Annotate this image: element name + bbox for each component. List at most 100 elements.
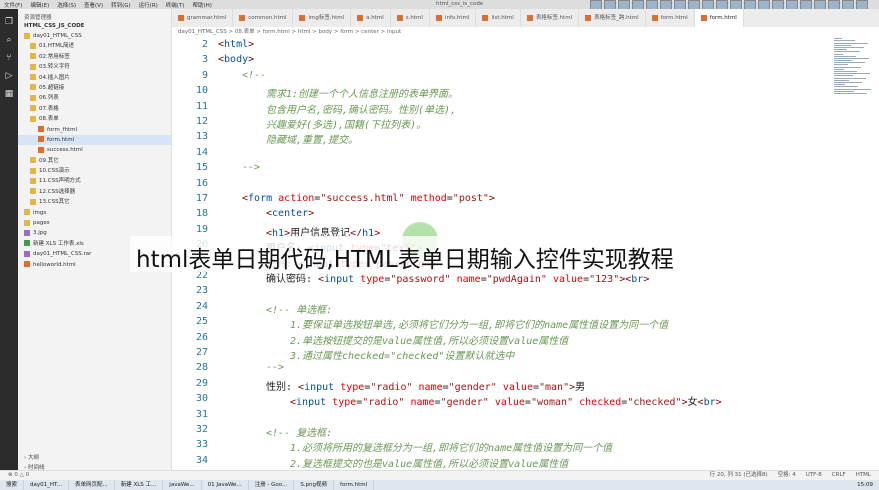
file-icon <box>38 146 44 153</box>
tree-item-label: 12.CSS选择器 <box>39 188 76 195</box>
code-token: 需求1:创建一个个人信息注册的表单界面。 <box>266 89 459 101</box>
source-control-icon[interactable]: ⑂ <box>4 53 14 63</box>
tree-item[interactable]: form.html <box>18 134 171 146</box>
html-file-icon <box>482 15 489 21</box>
explorer-icon[interactable]: ❐ <box>4 17 14 27</box>
tab-label: list.html <box>491 15 514 21</box>
taskbar-item[interactable]: 搜索 <box>0 480 25 490</box>
tree-item-label: 09.其它 <box>39 157 59 164</box>
tree-item[interactable]: success.html <box>18 145 171 155</box>
taskbar-item[interactable]: 01 JavaWe... <box>202 480 249 490</box>
tree-item[interactable]: 01.HTML简述 <box>18 41 171 51</box>
editor-tab[interactable]: img标签.html <box>293 9 352 27</box>
editor-tab[interactable]: list.html <box>476 9 521 27</box>
taskbar-item[interactable]: form.html <box>334 480 375 490</box>
status-item[interactable]: CRLF <box>832 471 846 480</box>
code-token: body <box>224 54 249 66</box>
tree-item[interactable]: 11.CSS声明方式 <box>18 176 171 186</box>
taskbar-item[interactable]: 新建 XLS 工... <box>115 480 164 490</box>
menu-item[interactable]: 查看(V) <box>80 1 107 9</box>
code-line: 性别: <input type="radio" name="gender" va… <box>266 378 585 393</box>
tree-item-label: 02.常用标签 <box>39 53 70 60</box>
taskbar-item[interactable]: 注册 - Goo... <box>249 480 295 490</box>
tree-item[interactable]: form_fhtml <box>18 125 171 135</box>
editor-tab[interactable]: common.html <box>233 9 294 27</box>
code-token: <!-- <box>242 69 267 81</box>
editor-tab[interactable]: form.html <box>694 9 744 27</box>
search-icon[interactable]: ⌕ <box>4 35 14 45</box>
tree-item[interactable]: 02.常用标签 <box>18 52 171 62</box>
taskbar-item[interactable]: day01_HT... <box>24 480 69 490</box>
line-number: 26 <box>195 331 208 343</box>
tree-item-label: day01_HTML_CSS.rar <box>33 251 92 258</box>
code-token: "woman" <box>530 397 574 409</box>
window-title: html_css_is_code <box>436 1 484 7</box>
editor-tab[interactable]: 表格标签.html <box>521 9 580 27</box>
extensions-icon[interactable]: ▦ <box>4 89 14 99</box>
code-token: "success.html" <box>320 193 405 204</box>
folder-icon <box>30 115 36 122</box>
taskbar-clock: 15:09 <box>857 482 873 488</box>
line-number: 15 <box>195 162 208 174</box>
code-line: --> <box>242 162 260 173</box>
taskbar-item[interactable]: S.png视频 <box>294 480 335 490</box>
status-item[interactable]: 行 20, 列 31 (已选择8) <box>710 471 768 480</box>
tree-item[interactable]: pages <box>18 218 171 228</box>
folder-icon <box>30 53 36 60</box>
menu-item[interactable]: 帮助(H) <box>188 1 215 9</box>
editor-tab[interactable]: grammar.html <box>172 9 234 27</box>
menu-item[interactable]: 运行(R) <box>135 1 162 9</box>
tree-item[interactable]: 12.CSS选择器 <box>18 187 171 197</box>
minimap[interactable] <box>834 37 874 117</box>
code-token: "man" <box>539 381 570 393</box>
tree-item[interactable]: 07.表格 <box>18 104 171 114</box>
folder-icon <box>30 167 36 174</box>
status-item[interactable]: HTML <box>856 471 871 480</box>
tree-item[interactable]: 08.表单 <box>18 114 171 124</box>
tree-item[interactable]: 05.超链接 <box>18 83 171 93</box>
tree-item[interactable]: 10.CSS演示 <box>18 166 171 176</box>
menu-item[interactable]: 文件(F) <box>0 1 26 9</box>
menu-item[interactable]: 编辑(E) <box>26 1 53 9</box>
tree-item-label: 10.CSS演示 <box>39 168 70 175</box>
tree-item[interactable]: 04.插入图片 <box>18 73 171 83</box>
editor-tab[interactable]: s.html <box>391 9 430 27</box>
editor-tab[interactable]: form.html <box>646 9 695 27</box>
status-item[interactable]: UTF-8 <box>806 471 822 480</box>
editor-tab[interactable]: a.html <box>351 9 391 27</box>
code-token: input <box>304 381 335 393</box>
taskbar-item[interactable]: javaWe... <box>163 480 202 490</box>
menu-item[interactable]: 终端(T) <box>162 1 189 9</box>
editor-tab[interactable]: 表格标签_跨.html <box>579 9 646 27</box>
status-item[interactable]: 空格: 4 <box>778 471 796 480</box>
line-number: 11 <box>195 100 208 112</box>
tree-item[interactable]: 09.其它 <box>18 156 171 166</box>
tree-item[interactable]: day01_HTML_CSS <box>18 31 171 41</box>
folder-icon <box>24 32 30 39</box>
workspace-root[interactable]: HTML_CSS_JS_CODE <box>18 21 171 31</box>
outline-section[interactable]: › 大纲 <box>18 452 172 462</box>
taskbar-item[interactable]: 表单网页配... <box>69 480 115 490</box>
tree-item[interactable]: 13.CSS其它 <box>18 197 171 207</box>
code-token: >< <box>619 274 632 285</box>
tree-item[interactable]: 03.转义字符 <box>18 62 171 72</box>
line-number: 17 <box>195 193 208 204</box>
code-token: 隐藏域,重置,提交。 <box>266 135 359 147</box>
line-number: 28 <box>195 362 208 374</box>
code-token: --> <box>242 162 261 174</box>
code-token: input <box>296 397 327 409</box>
line-number: 33 <box>195 439 208 451</box>
code-token: type <box>360 274 385 285</box>
menu-item[interactable]: 选择(S) <box>53 1 80 9</box>
file-icon <box>24 229 30 236</box>
code-token: 女 <box>687 397 698 409</box>
menu-item[interactable]: 转到(G) <box>107 1 135 9</box>
editor-tab[interactable]: info.html <box>430 9 477 27</box>
run-debug-icon[interactable]: ▷ <box>4 71 14 81</box>
code-token: > <box>248 54 255 66</box>
code-token: > <box>715 397 722 409</box>
tree-item[interactable]: imgs <box>18 208 171 218</box>
breadcrumb[interactable]: day01_HTML_CSS > 08.表单 > form.html > htm… <box>172 27 879 37</box>
tree-item[interactable]: 06.列表 <box>18 93 171 103</box>
problems-indicator[interactable]: ⊗ 0 △ 0 <box>0 471 29 480</box>
